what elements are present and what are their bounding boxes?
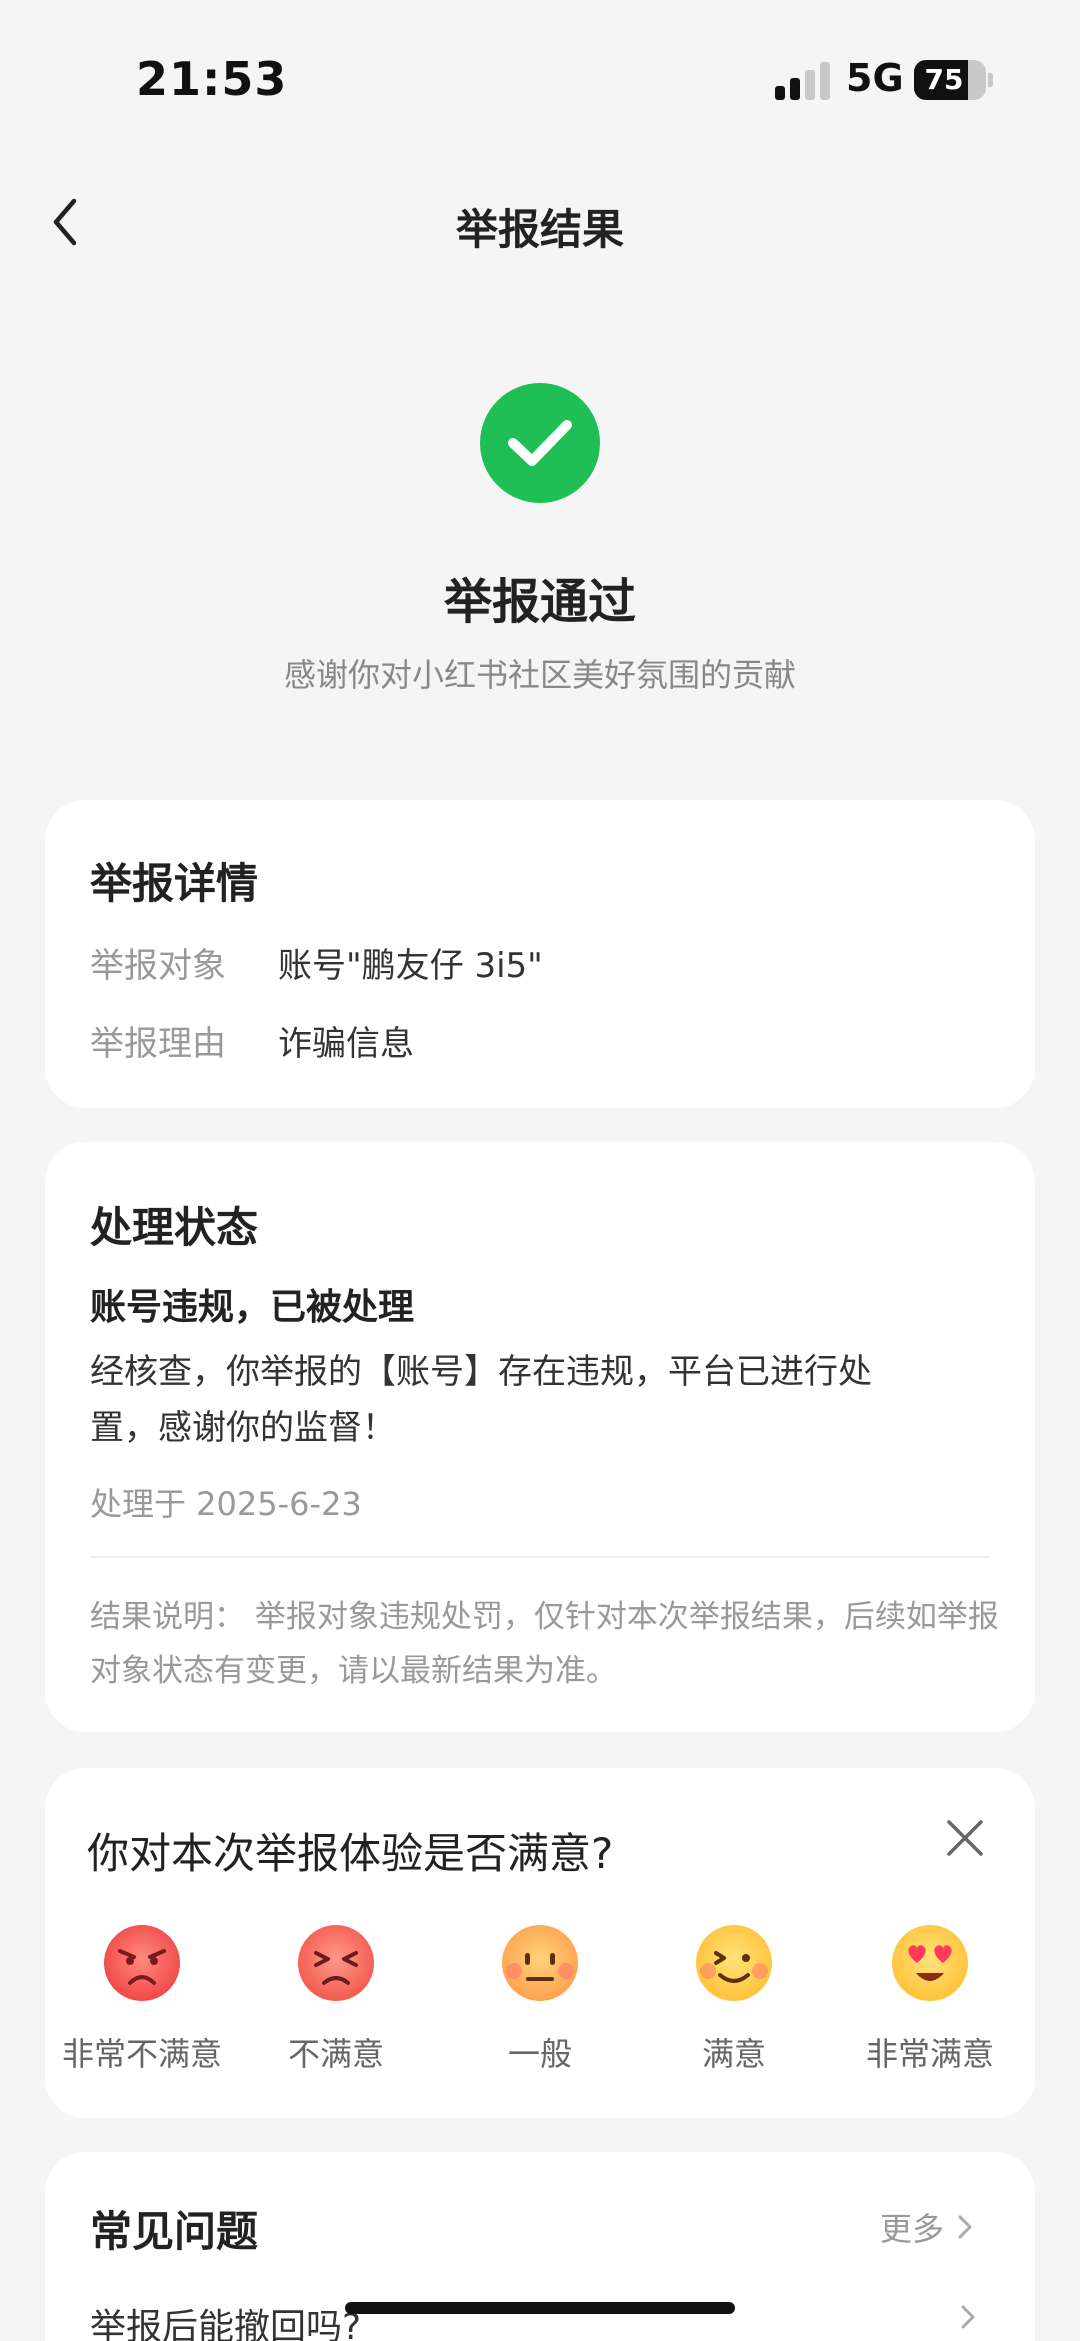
- survey-option-neutral[interactable]: 一般: [445, 1923, 635, 2073]
- survey-option-label: 一般: [507, 2035, 572, 2073]
- status-description: 经核查，你举报的【账号】存在违规，平台已进行处置，感谢你的监督！: [90, 1352, 872, 1448]
- angry-emoji-icon: [298, 1925, 374, 2001]
- faq-more-link[interactable]: 更多: [880, 2204, 976, 2250]
- battery-level: 75: [924, 63, 964, 96]
- processing-status-card: 处理状态 账号违规，已被处理 经核查，你举报的【账号】存在违规，平台已进行处置，…: [45, 1142, 1035, 1732]
- neutral-emoji-icon: [502, 1925, 578, 2001]
- detail-key: 举报理由: [90, 1024, 226, 1064]
- check-icon: [508, 420, 572, 466]
- home-indicator: [345, 2302, 735, 2314]
- heart-eyes-emoji-icon: [892, 1925, 968, 2001]
- survey-option-label: 满意: [701, 2035, 766, 2073]
- satisfaction-survey-card: 你对本次举报体验是否满意? 非常不满意 不满意 一般 满意 非常满意: [45, 1768, 1035, 2118]
- close-icon: [947, 1820, 983, 1856]
- chevron-right-icon: [961, 2305, 975, 2329]
- survey-option-label: 不满意: [287, 2035, 384, 2073]
- result-note: 结果说明： 举报对象违规处罚，仅针对本次举报结果，后续如举报对象状态有变更，请以…: [90, 1599, 999, 1689]
- details-title: 举报详情: [90, 859, 259, 908]
- close-button[interactable]: [935, 1808, 995, 1868]
- survey-title: 你对本次举报体验是否满意?: [87, 1829, 614, 1878]
- survey-option-very-satisfied[interactable]: 非常满意: [835, 1923, 1025, 2073]
- faq-more-label: 更多: [880, 2210, 945, 2248]
- status-title: 处理状态: [90, 1203, 259, 1252]
- nav-bar: 举报结果: [0, 170, 1080, 280]
- survey-option-satisfied[interactable]: 满意: [639, 1923, 829, 2073]
- battery-icon: 75: [914, 60, 993, 100]
- faq-question[interactable]: 举报后能撤回吗?: [90, 2298, 361, 2341]
- detail-value: 诈骗信息: [278, 1024, 414, 1064]
- status-bar: 21:53 5G 75: [0, 0, 1080, 150]
- survey-option-label: 非常满意: [865, 2035, 994, 2073]
- happy-emoji-icon: [696, 1925, 772, 2001]
- survey-option-label: 非常不满意: [61, 2035, 222, 2073]
- divider: [90, 1556, 990, 1558]
- report-details-card: 举报详情 举报对象 账号"鹏友仔 3i5" 举报理由 诈骗信息: [45, 800, 1035, 1108]
- very-angry-emoji-icon: [104, 1925, 180, 2001]
- survey-option-very-dissatisfied[interactable]: 非常不满意: [47, 1923, 237, 2073]
- status-headline: 账号违规，已被处理: [90, 1287, 415, 1328]
- survey-option-dissatisfied[interactable]: 不满意: [241, 1923, 431, 2073]
- signal-icon: [775, 62, 830, 100]
- chevron-right-icon: [958, 2215, 972, 2239]
- network-type: 5G: [846, 56, 904, 100]
- faq-title: 常见问题: [90, 2207, 259, 2256]
- page-title: 举报结果: [455, 205, 624, 254]
- detail-key: 举报对象: [90, 946, 226, 986]
- detail-value: 账号"鹏友仔 3i5": [278, 946, 543, 986]
- detail-row-reason: 举报理由 诈骗信息: [90, 1016, 414, 1065]
- check-circle-icon: [480, 383, 600, 503]
- detail-row-target: 举报对象 账号"鹏友仔 3i5": [90, 938, 543, 987]
- status-time: 21:53: [136, 52, 288, 106]
- result-title: 举报通过: [443, 574, 636, 630]
- result-subtitle: 感谢你对小红书社区美好氛围的贡献: [283, 656, 796, 694]
- status-time-text: 处理于 2025-6-23: [90, 1485, 362, 1523]
